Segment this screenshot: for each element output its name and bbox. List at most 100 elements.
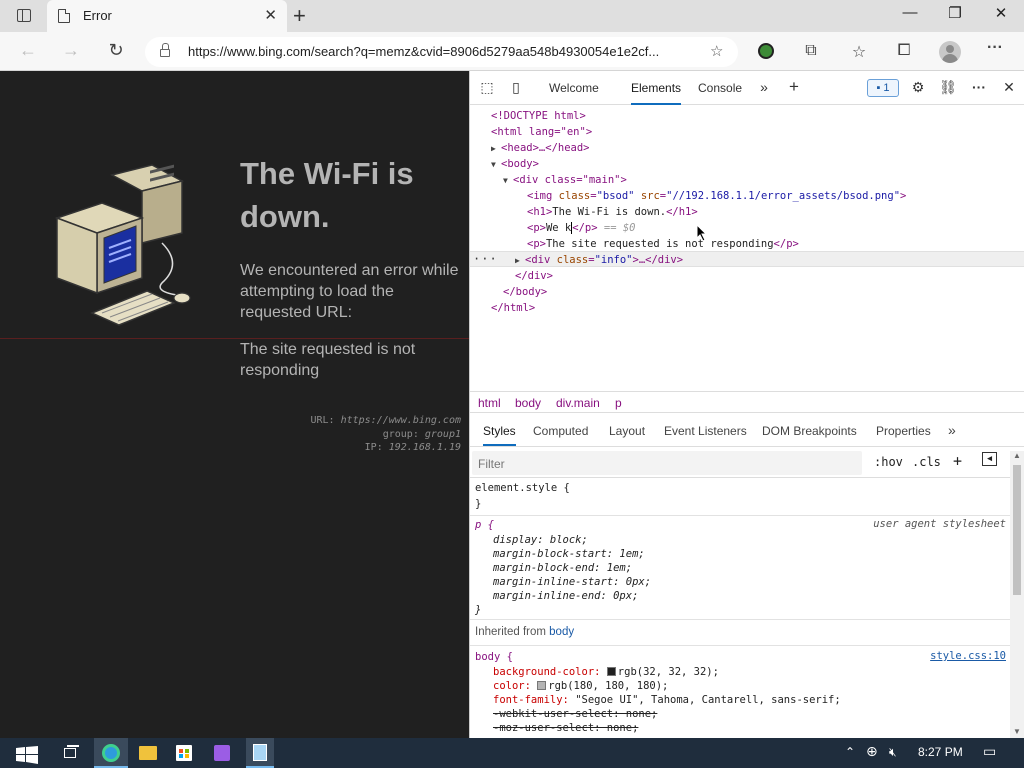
dom-line-p-selected[interactable]: <p>We k</p> == $0 [527,220,636,236]
inspect-element-icon[interactable]: ⬚ [477,79,497,96]
ua-prop-margin-block-end[interactable]: margin-block-end: 1em; [493,561,632,575]
scroll-down-icon[interactable]: ▼ [1013,727,1021,736]
dom-line-img[interactable]: <img class="bsod" src="//192.168.1.1/err… [527,188,906,204]
more-tabs-chevron-icon[interactable]: » [754,79,774,95]
windows-start-icon[interactable] [16,745,38,765]
dom-line-body[interactable]: ▼ <body> [491,156,539,172]
network-globe-icon[interactable]: ⊕ [866,743,878,760]
new-tab-button[interactable]: + [293,3,306,29]
collections-icon[interactable]: ⧠ [893,42,915,60]
breadcrumb-body[interactable]: body [515,396,541,410]
new-rule-icon[interactable]: + [953,452,962,470]
dom-line-head[interactable]: ▶ <head>…</head> [491,140,590,156]
ua-prop-display[interactable]: display: block; [493,533,588,547]
styles-scrollbar[interactable]: ▲ ▼ [1010,451,1024,738]
store-icon[interactable] [176,745,192,761]
expand-triangle-icon[interactable]: ▶ [515,253,525,269]
body-prop-font-family[interactable]: font-family: "Segoe UI", Tahoma, Cantare… [493,693,841,707]
device-emulation-icon[interactable]: ▯ [506,79,526,96]
notifications-icon[interactable]: ▭ [983,743,996,760]
more-options-icon[interactable]: ··· [969,79,989,95]
tab-layout[interactable]: Layout [609,424,645,438]
styles-filter-input[interactable]: Filter [472,451,862,475]
dom-line-body-close[interactable]: </body> [503,284,547,300]
connect-devices-icon[interactable]: ⛓ [938,79,958,96]
scroll-up-icon[interactable]: ▲ [1013,451,1021,460]
p-edit-text[interactable]: We k [545,222,573,234]
forward-button[interactable]: → [59,40,83,61]
breadcrumb-html[interactable]: html [478,396,501,410]
dom-line-html[interactable]: <html lang="en"> [491,124,592,140]
add-tab-icon[interactable]: + [784,77,804,97]
body-prop-color[interactable]: color: rgb(180, 180, 180); [493,679,668,693]
body-prop-background[interactable]: background-color: rgb(32, 32, 32); [493,665,719,679]
tab-dom-breakpoints[interactable]: DOM Breakpoints [762,424,857,438]
extension-globe-icon[interactable] [755,42,777,60]
collapse-triangle-icon[interactable]: ▼ [503,173,513,189]
body-prop-webkit-select[interactable]: -webkit-user-select: none; [493,707,657,721]
class-toggle-button[interactable]: .cls [912,455,941,469]
volume-muted-icon[interactable]: 🔇︎ [889,745,897,760]
refresh-button[interactable]: ↻ [104,40,128,61]
notepad-taskbar-icon[interactable] [246,738,274,768]
ua-prop-margin-inline-end[interactable]: margin-inline-end: 0px; [493,589,638,603]
ua-prop-margin-block-start[interactable]: margin-block-start: 1em; [493,547,645,561]
minimize-button[interactable]: — [887,4,933,21]
color-swatch-dark[interactable] [606,667,616,676]
close-tab-icon[interactable]: ✕ [264,6,277,24]
url-text[interactable]: https://www.bing.com/search?q=memz&cvid=… [188,44,659,59]
body-rule-selector[interactable]: body { [475,650,513,664]
dom-line-h1[interactable]: <h1>The Wi-Fi is down.</h1> [527,204,698,220]
tab-error[interactable]: Error ✕ [47,0,287,32]
favorites-icon[interactable]: ☆ [848,42,870,62]
restore-button[interactable]: ❐ [932,4,978,22]
expand-triangle-icon[interactable]: ▶ [491,141,501,157]
tab-elements[interactable]: Elements [631,81,682,105]
more-style-tabs-icon[interactable]: » [948,422,956,438]
color-swatch-grey[interactable] [537,681,547,690]
tab-computed[interactable]: Computed [533,424,588,438]
stylesheet-link[interactable]: style.css:10 [930,650,1006,662]
breadcrumb-p[interactable]: p [615,396,622,410]
close-devtools-icon[interactable]: ✕ [999,79,1019,96]
profile-avatar[interactable] [939,41,961,63]
file-explorer-icon[interactable] [139,746,157,760]
hover-state-button[interactable]: :hov [874,455,903,469]
dom-line-div-info[interactable]: ▶ <div class="info">…</div> [515,252,683,268]
collapse-triangle-icon[interactable]: ▼ [491,157,501,173]
tab-properties[interactable]: Properties [876,424,931,438]
issues-badge[interactable]: ▪ 1 [867,79,899,97]
breadcrumb-div-main[interactable]: div.main [556,396,600,410]
ua-prop-margin-inline-start[interactable]: margin-inline-start: 0px; [493,575,651,589]
lock-icon[interactable] [160,43,170,57]
ua-rule-selector[interactable]: p { [475,518,494,532]
tab-styles[interactable]: Styles [483,424,516,446]
show-hidden-icons[interactable]: ⌃ [845,745,855,759]
dom-line-doctype[interactable]: <!DOCTYPE html> [491,108,586,124]
settings-gear-icon[interactable]: ⚙ [908,79,928,96]
row-actions-icon[interactable]: ··· [473,252,498,266]
body-prop-moz-select[interactable]: -moz-user-select: none; [493,721,638,735]
toggle-sidebar-icon[interactable]: ◂ [982,452,997,466]
tab-console[interactable]: Console [698,81,742,95]
extensions-icon[interactable]: ⧉ [800,42,822,60]
dom-line-html-close[interactable]: </html> [491,300,535,316]
address-bar[interactable]: https://www.bing.com/search?q=memz&cvid=… [145,37,738,67]
tab-event-listeners[interactable]: Event Listeners [664,424,747,438]
dom-line-div-main[interactable]: ▼ <div class="main"> [503,172,627,188]
scrollbar-thumb[interactable] [1013,465,1021,595]
dom-line-div-close[interactable]: </div> [515,268,553,284]
back-button[interactable]: ← [16,40,40,61]
inherited-element-link[interactable]: body [549,626,574,638]
task-view-icon[interactable] [62,745,80,761]
element-style-selector[interactable]: element.style { [475,481,570,495]
dom-line-p2[interactable]: <p>The site requested is not responding<… [527,236,799,252]
edge-taskbar-icon[interactable] [94,738,128,768]
tab-actions-icon[interactable] [17,9,31,22]
more-menu-icon[interactable]: ··· [984,39,1006,57]
app-taskbar-icon[interactable] [214,745,230,761]
window-close-button[interactable]: ✕ [978,4,1024,22]
add-favorite-icon[interactable]: ☆ [710,42,723,60]
clock-time[interactable]: 8:27 PM [918,745,963,759]
tab-welcome[interactable]: Welcome [549,81,599,95]
